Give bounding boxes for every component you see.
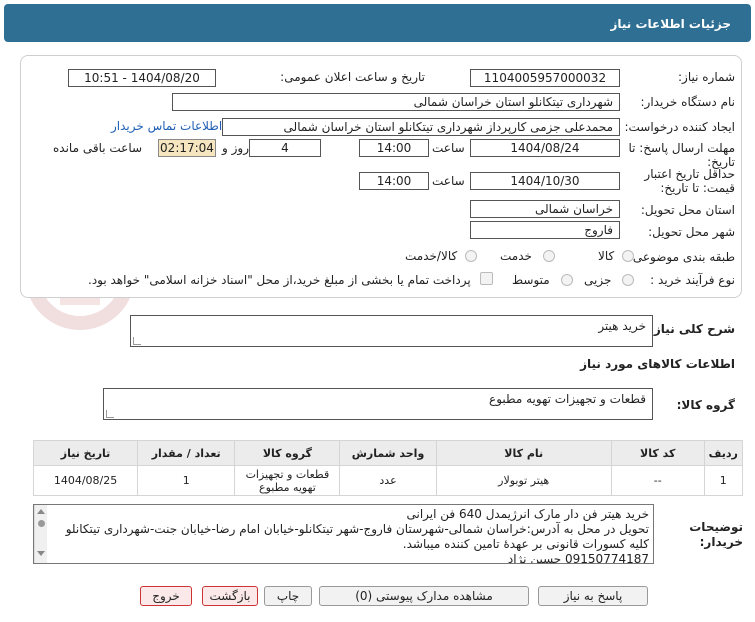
col-unit: واحد شمارش — [339, 440, 437, 466]
notes-line: خرید هیتر فن دار مارک انرژیمدل 640 فن ای… — [406, 507, 650, 521]
cell-unit: عدد — [339, 465, 437, 496]
requester-field: محمدعلی جزمی کارپرداز شهرداری تیتکانلو ا… — [222, 118, 620, 136]
city-field: فاروج — [470, 221, 620, 239]
contact-buyer-link[interactable]: اطلاعات تماس خریدار — [111, 119, 222, 133]
view-attachments-button[interactable]: مشاهده مدارک پیوستی (0) — [319, 586, 529, 606]
reply-button[interactable]: پاسخ به نیاز — [538, 586, 648, 606]
category-goods-service-radio[interactable] — [465, 250, 477, 262]
process-medium-radio[interactable] — [561, 274, 573, 286]
notes-line: کلیه کسورات قانونی بر عهدهٔ تامین کننده … — [402, 537, 649, 551]
category-service-label: خدمت — [500, 249, 532, 263]
table-header-row: ردیف کد کالا نام کالا واحد شمارش گروه کا… — [32, 440, 744, 466]
remaining-days-field: 4 — [249, 139, 321, 157]
buyer-notes-box: خرید هیتر فن دار مارک انرژیمدل 640 فن ای… — [33, 504, 654, 564]
page-title: جزئیات اطلاعات نیاز — [610, 17, 731, 31]
validity-time-label: ساعت — [432, 174, 465, 188]
need-number-field: 1104005957000032 — [470, 69, 620, 87]
need-number-label: شماره نیاز: — [678, 70, 735, 84]
col-code: کد کالا — [610, 440, 705, 466]
province-field: خراسان شمالی — [470, 200, 620, 218]
process-minor-radio[interactable] — [622, 274, 634, 286]
goods-group-text: قطعات و تجهیزات تهویه مطبوع — [489, 392, 646, 406]
resize-grip-icon[interactable] — [106, 410, 114, 418]
cell-row: 1 — [703, 465, 744, 496]
cell-date: 1404/08/25 — [32, 465, 139, 496]
category-goods-label: کالا — [598, 249, 615, 263]
validity-date-field: 1404/10/30 — [470, 172, 620, 190]
scroll-thumb-icon[interactable] — [37, 520, 45, 527]
reply-date-field: 1404/08/24 — [470, 139, 620, 157]
cell-group: قطعات و تجهیزات تهویه مطبوع — [234, 465, 341, 496]
col-qty: تعداد / مقدار — [137, 440, 236, 466]
col-row: ردیف — [703, 440, 744, 466]
notes-line: 09150774187 حسین نژاد — [507, 552, 649, 564]
reply-time-label: ساعت — [432, 141, 465, 155]
treasury-payment-checkbox[interactable] — [480, 272, 493, 285]
process-medium-label: متوسط — [512, 273, 550, 287]
goods-group-label: گروه کالا: — [676, 398, 735, 412]
countdown-field: 02:17:04 — [158, 139, 216, 157]
cell-code: -- — [610, 465, 705, 496]
process-minor-label: جزیی — [584, 273, 612, 287]
scroll-down-icon[interactable] — [37, 551, 45, 556]
buyer-notes-text: خرید هیتر فن دار مارک انرژیمدل 640 فن ای… — [52, 507, 650, 564]
summary-label: شرح کلی نیاز: — [649, 322, 735, 336]
cell-name: هیتر توبولار — [435, 465, 612, 496]
requester-label: ایجاد کننده درخواست: — [624, 120, 735, 134]
goods-info-title: اطلاعات کالاهای مورد نیاز — [580, 357, 735, 371]
process-label: نوع فرآیند خرید : — [650, 273, 735, 287]
reply-deadline-label: مهلت ارسال پاسخ: تا تاریخ: — [628, 141, 735, 169]
buyer-notes-label: توضیحات خریدار: — [689, 520, 743, 549]
remaining-time-label: ساعت باقی مانده — [53, 141, 143, 155]
goods-group-textarea: قطعات و تجهیزات تهویه مطبوع — [103, 388, 653, 420]
category-goods-service-label: کالا/خدمت — [405, 249, 458, 263]
notes-line: تحویل در محل به آدرس:خراسان شمالی-شهرستا… — [65, 522, 649, 536]
category-service-radio[interactable] — [543, 250, 555, 262]
days-label: روز و — [222, 141, 249, 155]
validity-label: حداقل تاریخ اعتبار قیمت: تا تاریخ: — [644, 167, 735, 195]
cell-qty: 1 — [137, 465, 236, 496]
print-button[interactable]: چاپ — [264, 586, 312, 606]
announce-label: تاریخ و ساعت اعلان عمومی: — [280, 70, 425, 84]
buyer-org-field: شهرداری تیتکانلو استان خراسان شمالی — [172, 93, 620, 111]
notes-scrollbar[interactable] — [34, 505, 47, 563]
province-label: استان محل تحویل: — [640, 203, 735, 217]
city-label: شهر محل تحویل: — [648, 225, 735, 239]
col-name: نام کالا — [435, 440, 612, 466]
category-label: طبقه بندی موضوعی: — [628, 250, 735, 264]
buyer-org-label: نام دستگاه خریدار: — [640, 95, 736, 109]
resize-grip-icon[interactable] — [133, 337, 141, 345]
announce-field: 1404/08/20 - 10:51 — [68, 69, 216, 87]
scroll-up-icon[interactable] — [37, 509, 45, 514]
col-group: گروه کالا — [234, 440, 341, 466]
table-row: 1 -- هیتر توبولار عدد قطعات و تجهیزات ته… — [32, 465, 744, 496]
reply-time-field: 14:00 — [359, 139, 429, 157]
summary-textarea: خرید هیتر — [130, 315, 653, 347]
col-date: تاریخ نیاز — [32, 440, 139, 466]
validity-time-field: 14:00 — [359, 172, 429, 190]
items-table: ردیف کد کالا نام کالا واحد شمارش گروه کا… — [32, 440, 744, 496]
treasury-payment-note: پرداخت تمام یا بخشی از مبلغ خرید،از محل … — [88, 273, 471, 287]
summary-text: خرید هیتر — [598, 319, 646, 333]
category-goods-radio[interactable] — [622, 250, 634, 262]
page-header: جزئیات اطلاعات نیاز — [4, 4, 751, 42]
back-button[interactable]: بازگشت — [202, 586, 258, 606]
exit-button[interactable]: خروج — [140, 586, 192, 606]
